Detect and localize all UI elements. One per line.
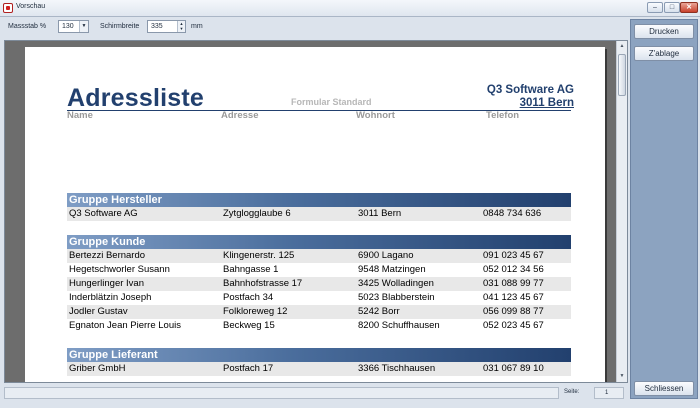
close-preview-button[interactable]: Schliessen [634,381,694,396]
cell-address: Postfach 17 [223,363,274,374]
cell-address: Zytglogglaube 6 [223,208,291,219]
cell-city: 6900 Lagano [358,250,414,261]
scale-value: 130 [62,23,74,30]
group-header: Gruppe Hersteller [67,193,571,207]
clipboard-button[interactable]: Z'ablage [634,46,694,61]
cell-name: Egnaton Jean Pierre Louis [69,320,181,331]
group-header: Gruppe Kunde [67,235,571,249]
table-row: Inderblätzin Joseph Postfach 34 5023 Blabb… [67,291,571,305]
cell-city: 3011 Bern [358,208,402,219]
title-bar: Vorschau – □ ✕ [0,0,700,17]
cell-name: Q3 Software AG [69,208,138,219]
print-button[interactable]: Drucken [634,24,694,39]
status-message-panel [4,387,559,399]
cell-name: Bertezzi Bernardo [69,250,146,261]
table-row: Bertezzi Bernardo Klingenerstr. 125 6900 L… [67,249,571,263]
screen-width-stepper[interactable]: 335 ▲ ▼ [147,20,186,33]
cell-address: Klingenerstr. 125 [223,250,295,261]
maximize-button[interactable]: □ [664,2,680,13]
report-page: Adressliste Formular Standard Q3 Softwar… [25,47,605,382]
app-icon [3,3,13,13]
preview-toolbar: Massstab % 130 ▼ Schirmbreite 335 ▲ ▼ mm [0,17,628,39]
column-header-name: Name [67,110,93,121]
table-row: Jodler Gustav Folkloreweg 12 5242 Borr 056 … [67,305,571,319]
screen-width-label: Schirmbreite [100,23,140,30]
column-header-address: Adresse [221,110,259,121]
cell-phone: 031 088 99 77 [483,278,544,289]
page-number: 1 [594,387,624,399]
column-header-phone: Telefon [486,110,520,121]
report-title: Adressliste [67,84,204,112]
cell-phone: 0848 734 636 [483,208,542,219]
cell-address: Bahngasse 1 [223,264,279,275]
cell-address: Postfach 34 [223,292,274,303]
status-bar: Seite: 1 [0,386,628,400]
company-city: 3011 Bern [519,97,574,109]
cell-city: 3425 Wolladingen [358,278,434,289]
cell-address: Folkloreweg 12 [223,306,288,317]
column-header-city: Wohnort [356,110,395,121]
cell-phone: 052 023 45 67 [483,320,544,331]
close-button[interactable]: ✕ [680,2,698,13]
scroll-down-icon[interactable]: ▼ [617,371,627,382]
scrollbar-thumb[interactable] [618,54,626,96]
screen-width-value: 335 [151,23,163,30]
scale-select[interactable]: 130 ▼ [58,20,89,33]
cell-name: Jodler Gustav [69,306,128,317]
minimize-button[interactable]: – [647,2,663,13]
table-row: Egnaton Jean Pierre Louis Beckweg 15 8200 … [67,319,571,333]
table-row: Hegetschworler Susann Bahngasse 1 9548 Mat… [67,263,571,277]
cell-name: Hungerlinger Ivan [69,278,144,289]
company-name: Q3 Software AG [486,84,574,96]
cell-city: 9548 Matzingen [358,264,426,275]
cell-name: Hegetschworler Susann [69,264,170,275]
group-header: Gruppe Lieferant [67,348,571,362]
scale-label: Massstab % [8,23,47,30]
cell-city: 5023 Blabberstein [358,292,435,303]
cell-phone: 052 012 34 56 [483,264,544,275]
action-sidebar: Drucken Z'ablage Schliessen [630,19,698,399]
cell-name: Griber GmbH [69,363,126,374]
cell-phone: 091 023 45 67 [483,250,544,261]
chevron-down-icon[interactable]: ▼ [79,21,88,32]
cell-city: 5242 Borr [358,306,400,317]
spinner-arrows-icon[interactable]: ▲ ▼ [177,21,185,32]
cell-phone: 056 099 88 77 [483,306,544,317]
cell-address: Bahnhofstrasse 17 [223,278,303,289]
cell-name: Inderblätzin Joseph [69,292,152,303]
page-label: Seite: [564,389,580,395]
cell-city: 8200 Schuffhausen [358,320,440,331]
unit-label: mm [191,23,203,30]
table-row: Hungerlinger Ivan Bahnhofstrasse 17 3425 W… [67,277,571,291]
scroll-up-icon[interactable]: ▲ [617,41,627,52]
cell-address: Beckweg 15 [223,320,275,331]
cell-phone: 041 123 45 67 [483,292,544,303]
window-title: Vorschau [16,3,46,10]
cell-phone: 031 067 89 10 [483,363,544,374]
table-row: Q3 Software AG Zytglogglaube 6 3011 Bern 08… [67,207,571,221]
preview-canvas[interactable]: Adressliste Formular Standard Q3 Softwar… [4,40,628,383]
table-row: Griber GmbH Postfach 17 3366 Tischhausen 03… [67,362,571,376]
vertical-scrollbar[interactable]: ▲ ▼ [616,41,627,382]
cell-city: 3366 Tischhausen [358,363,436,374]
form-label: Formular Standard [291,97,372,107]
